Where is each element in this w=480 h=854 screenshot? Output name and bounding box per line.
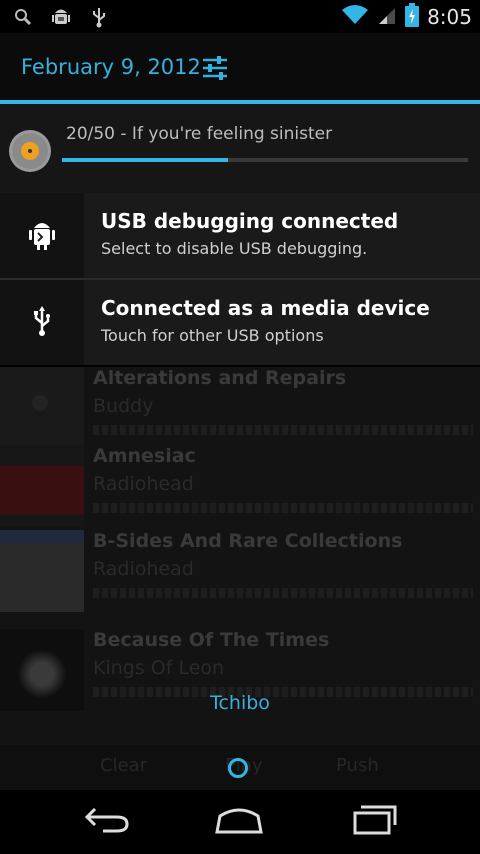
status-bar: 8:05 xyxy=(0,0,480,33)
album-meta xyxy=(93,588,473,598)
notification-title: Connected as a media device xyxy=(101,296,430,320)
clock: 8:05 xyxy=(427,5,472,29)
date-label: February 9, 2012 xyxy=(21,55,201,79)
usb-media-notification[interactable]: Connected as a media device Touch for ot… xyxy=(0,280,480,365)
background-album-list: Alterations and Repairs Buddy Amnesiac R… xyxy=(0,367,480,790)
album-art xyxy=(0,530,84,612)
notification-icon-cell xyxy=(0,193,84,278)
track-title: 20/50 - If you're feeling sinister xyxy=(66,124,333,144)
album-artist: Radiohead xyxy=(93,473,194,495)
home-icon xyxy=(214,806,264,838)
album-meta xyxy=(93,425,473,435)
recent-apps-icon xyxy=(351,805,399,839)
usb-icon xyxy=(31,305,53,341)
album-art xyxy=(0,367,84,449)
battery-charging-icon xyxy=(405,3,420,31)
navigation-bar xyxy=(0,790,480,854)
drag-handle-circle[interactable] xyxy=(228,758,248,778)
back-button[interactable] xyxy=(82,805,132,839)
notification-icon-cell xyxy=(0,280,84,365)
album-meta xyxy=(93,503,473,513)
usb-icon xyxy=(88,6,110,28)
playback-progress-fill xyxy=(62,158,229,162)
album-art xyxy=(0,445,84,527)
vinyl-disc-icon xyxy=(8,129,52,173)
notification-header: February 9, 2012 xyxy=(0,33,480,100)
notification-subtitle: Select to disable USB debugging. xyxy=(101,239,368,258)
playback-progress-bar[interactable] xyxy=(62,158,468,162)
album-title: B-Sides And Rare Collections xyxy=(93,530,403,552)
recent-apps-button[interactable] xyxy=(350,805,400,839)
list-item: B-Sides And Rare Collections Radiohead xyxy=(0,530,480,615)
album-title: Alterations and Repairs xyxy=(93,367,347,389)
album-title: Because Of The Times xyxy=(93,629,330,651)
notification-title: USB debugging connected xyxy=(101,209,399,233)
usb-debugging-notification[interactable]: USB debugging connected Select to disabl… xyxy=(0,193,480,278)
android-debug-icon xyxy=(50,6,72,28)
quick-settings-icon[interactable] xyxy=(200,53,230,83)
music-notification[interactable]: 20/50 - If you're feeling sinister xyxy=(0,104,480,193)
list-item: Amnesiac Radiohead xyxy=(0,445,480,530)
toast-message: Tchibo xyxy=(210,692,270,714)
notification-subtitle: Touch for other USB options xyxy=(101,326,324,345)
list-item: Alterations and Repairs Buddy xyxy=(0,367,480,452)
album-artist: Buddy xyxy=(93,395,154,417)
album-title: Amnesiac xyxy=(93,445,196,467)
android-debug-icon xyxy=(27,218,57,254)
signal-icon xyxy=(377,4,397,30)
back-arrow-icon xyxy=(83,805,131,839)
wifi-icon xyxy=(341,4,369,30)
tab-clear: Clear xyxy=(100,755,148,776)
album-artist: Kings Of Leon xyxy=(93,657,225,679)
home-button[interactable] xyxy=(214,805,264,839)
album-artist: Radiohead xyxy=(93,558,194,580)
search-icon xyxy=(12,6,34,28)
tab-push: Push xyxy=(336,755,379,776)
